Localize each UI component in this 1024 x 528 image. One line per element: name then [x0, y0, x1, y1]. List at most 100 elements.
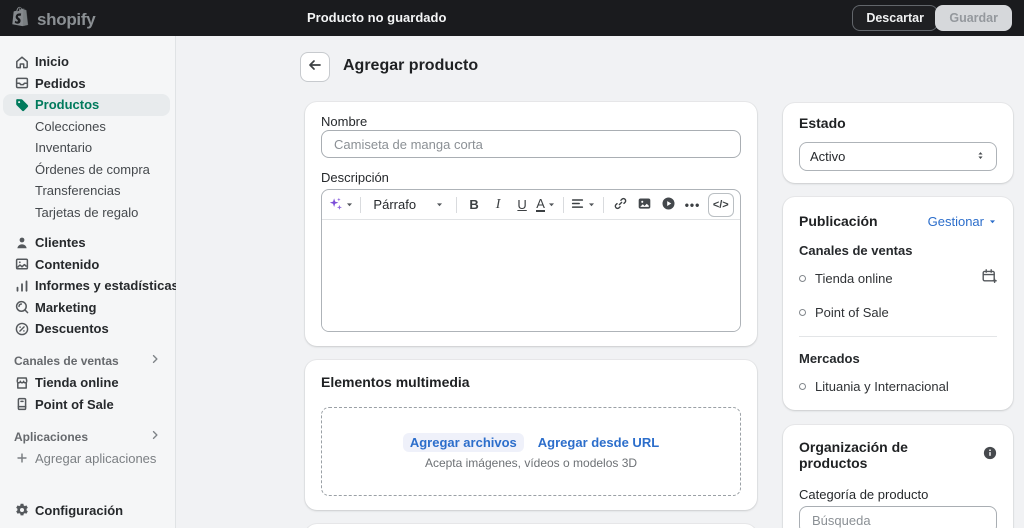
status-select-value: Activo — [810, 149, 845, 164]
info-icon[interactable] — [983, 446, 997, 465]
channel-row-tienda-online: Tienda online — [799, 264, 997, 292]
discard-button[interactable]: Descartar — [852, 5, 938, 31]
sidebar-item-point-of-sale[interactable]: Point of Sale — [0, 394, 175, 416]
shopify-logo[interactable]: shopify — [12, 6, 95, 33]
sidebar-item-tarjetas-de-regalo[interactable]: Tarjetas de regalo — [0, 202, 175, 224]
show-html-button[interactable]: </> — [708, 193, 734, 217]
markets-subheader: Mercados — [799, 351, 997, 366]
ai-magic-button[interactable] — [328, 193, 354, 217]
tag-icon — [13, 96, 30, 113]
save-button[interactable]: Guardar — [935, 5, 1012, 31]
sidebar-item-pedidos[interactable]: Pedidos — [0, 73, 175, 95]
page-title: Agregar producto — [343, 57, 478, 75]
channels-subheader: Canales de ventas — [799, 243, 997, 258]
align-icon — [570, 196, 585, 214]
description-textarea[interactable] — [322, 220, 740, 331]
sidebar-item-transferencias[interactable]: Transferencias — [0, 180, 175, 202]
marketing-icon — [13, 299, 30, 316]
next-card-partial — [305, 524, 757, 528]
insert-video-button[interactable] — [658, 193, 680, 217]
channel-row-point-of-sale: Point of Sale — [799, 298, 997, 326]
schedule-calendar-icon[interactable] — [981, 268, 997, 289]
pos-icon — [13, 396, 30, 413]
shopify-bag-icon — [12, 6, 32, 33]
text-color-button[interactable]: A — [535, 193, 557, 217]
image-icon — [637, 196, 652, 214]
category-label: Categoría de producto — [799, 487, 997, 503]
status-select[interactable]: Activo — [799, 142, 997, 171]
back-button[interactable] — [300, 52, 330, 82]
media-hint-text: Acepta imágenes, vídeos o modelos 3D — [425, 456, 637, 470]
content-icon — [13, 256, 30, 273]
discounts-icon — [13, 320, 30, 337]
publishing-card-title: Publicación — [799, 213, 878, 229]
publishing-card: Publicación Gestionar Canales de ventas … — [783, 197, 1013, 410]
sidebar-item-colecciones[interactable]: Colecciones — [0, 116, 175, 138]
caret-down-icon — [988, 214, 997, 229]
gear-icon — [13, 502, 30, 519]
sidebar-item-descuentos[interactable]: Descuentos — [0, 318, 175, 340]
description-label: Descripción — [321, 170, 741, 186]
sidebar-item-productos[interactable]: Productos — [3, 94, 170, 116]
sidebar-item-informes[interactable]: Informes y estadísticas — [0, 275, 175, 297]
product-name-input[interactable] — [321, 130, 741, 158]
paragraph-style-dropdown[interactable]: Párrafo — [367, 193, 450, 217]
shopify-wordmark: shopify — [37, 10, 95, 30]
link-icon — [613, 196, 628, 214]
sidebar-item-clientes[interactable]: Clientes — [0, 232, 175, 254]
status-card-title: Estado — [799, 115, 997, 131]
alignment-button[interactable] — [570, 193, 596, 217]
sidebar-item-contenido[interactable]: Contenido — [0, 254, 175, 276]
name-label: Nombre — [321, 114, 741, 130]
channel-bullet — [799, 275, 806, 282]
plus-icon — [13, 450, 30, 467]
status-card: Estado Activo — [783, 103, 1013, 183]
customers-icon — [13, 234, 30, 251]
online-store-icon — [13, 374, 30, 391]
underline-button[interactable]: U — [511, 193, 533, 217]
sidebar-item-ordenes-de-compra[interactable]: Órdenes de compra — [0, 159, 175, 181]
topbar: shopify Producto no guardado Descartar G… — [0, 0, 1024, 36]
sales-channels-section-header[interactable]: Canales de ventas — [0, 351, 175, 373]
organization-card: Organización de productos Categoría de p… — [783, 425, 1013, 528]
media-card: Elementos multimedia Agregar archivos Ag… — [305, 360, 757, 510]
video-play-icon — [661, 196, 676, 214]
market-row: Lituania y Internacional — [799, 372, 997, 400]
orders-icon — [13, 75, 30, 92]
italic-button[interactable]: I — [487, 193, 509, 217]
chevron-right-icon — [149, 352, 161, 370]
sidebar-item-configuracion[interactable]: Configuración — [0, 500, 175, 522]
analytics-icon — [13, 277, 30, 294]
sidebar-item-marketing[interactable]: Marketing — [0, 297, 175, 319]
more-options-button[interactable]: ••• — [682, 193, 704, 217]
add-apps-button[interactable]: Agregar aplicaciones — [0, 448, 175, 470]
media-dropzone[interactable]: Agregar archivos Agregar desde URL Acept… — [321, 407, 741, 496]
insert-image-button[interactable] — [634, 193, 656, 217]
sidebar: Inicio Pedidos Productos Colecciones Inv… — [0, 36, 176, 528]
main-content: Agregar producto Nombre Descripción Párr… — [176, 36, 1024, 528]
insert-link-button[interactable] — [610, 193, 632, 217]
add-from-url-button[interactable]: Agregar desde URL — [538, 435, 659, 450]
sparkle-icon — [328, 196, 343, 214]
select-updown-icon — [975, 149, 986, 164]
caret-down-icon — [547, 197, 556, 212]
unsaved-status-text: Producto no guardado — [307, 0, 446, 36]
media-card-title: Elementos multimedia — [321, 374, 741, 390]
sidebar-item-tienda-online[interactable]: Tienda online — [0, 372, 175, 394]
product-details-card: Nombre Descripción Párrafo B I U A — [305, 102, 757, 346]
divider — [799, 336, 997, 337]
apps-section-header[interactable]: Aplicaciones — [0, 426, 175, 448]
manage-publishing-button[interactable]: Gestionar — [928, 214, 997, 229]
bold-button[interactable]: B — [463, 193, 485, 217]
product-category-input[interactable] — [799, 506, 997, 528]
add-files-button[interactable]: Agregar archivos — [403, 433, 524, 452]
caret-down-icon — [345, 197, 354, 212]
caret-down-icon — [435, 197, 444, 212]
home-icon — [13, 53, 30, 70]
organization-card-title: Organización de productos — [799, 439, 977, 471]
sidebar-item-inventario[interactable]: Inventario — [0, 137, 175, 159]
back-arrow-icon — [307, 57, 323, 78]
editor-toolbar: Párrafo B I U A — [322, 190, 740, 220]
sidebar-item-inicio[interactable]: Inicio — [0, 51, 175, 73]
channel-bullet — [799, 309, 806, 316]
